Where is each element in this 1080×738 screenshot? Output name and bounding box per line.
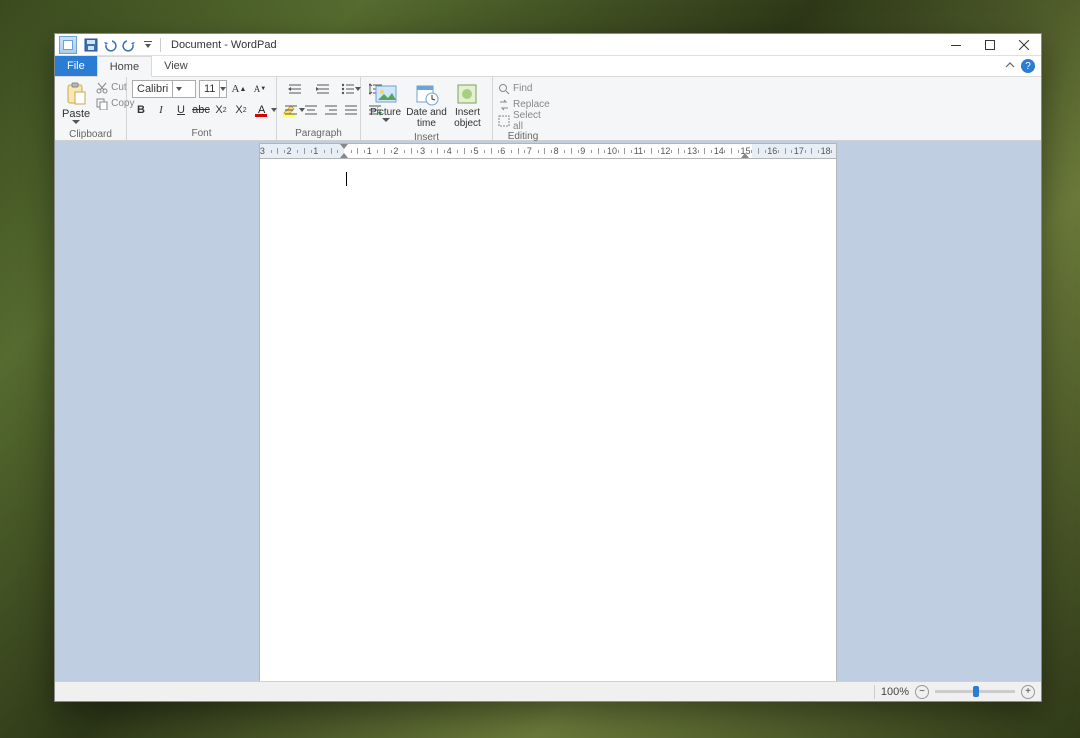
group-paragraph: Paragraph [277, 77, 361, 140]
help-icon[interactable]: ? [1021, 59, 1035, 73]
tab-file[interactable]: File [55, 56, 97, 76]
close-button[interactable] [1007, 34, 1041, 56]
chevron-down-icon [72, 120, 80, 124]
align-left-button[interactable] [282, 101, 300, 119]
text-cursor [346, 172, 347, 186]
decrease-indent-button[interactable] [282, 80, 308, 98]
group-clipboard: Paste Cut Copy Clipboard [55, 77, 127, 140]
chevron-down-icon [219, 81, 226, 97]
redo-icon[interactable] [121, 37, 137, 53]
minimize-button[interactable] [939, 34, 973, 56]
wordpad-window: Document - WordPad File Home View ? Past… [54, 33, 1042, 702]
group-insert: Picture Date and time Insert object Inse… [361, 77, 493, 140]
paste-icon [64, 82, 88, 106]
select-all-icon [498, 115, 510, 127]
window-title: Document - WordPad [171, 39, 277, 51]
picture-icon [374, 82, 398, 106]
strikethrough-button[interactable]: abc [192, 101, 210, 119]
justify-button[interactable] [342, 101, 360, 119]
ribbon-tabs: File Home View ? [55, 56, 1041, 77]
zoom-in-button[interactable]: + [1021, 685, 1035, 699]
document-area: 321123456789101112131415161718 [55, 141, 1041, 681]
align-right-button[interactable] [322, 101, 340, 119]
undo-icon[interactable] [102, 37, 118, 53]
chevron-down-icon [172, 81, 184, 97]
italic-button[interactable]: I [152, 101, 170, 119]
font-family-combo[interactable]: Calibri [132, 80, 196, 98]
object-icon [455, 82, 479, 106]
horizontal-ruler[interactable]: 321123456789101112131415161718 [259, 143, 837, 159]
group-font: Calibri 11 A▲ A▼ B I U abc X2 X [127, 77, 277, 140]
maximize-button[interactable] [973, 34, 1007, 56]
ribbon: Paste Cut Copy Clipboard [55, 77, 1041, 141]
bold-button[interactable]: B [132, 101, 150, 119]
title-bar: Document - WordPad [55, 34, 1041, 56]
document-page[interactable] [259, 159, 837, 681]
find-button[interactable]: Find [498, 81, 532, 96]
underline-button[interactable]: U [172, 101, 190, 119]
shrink-font-button[interactable]: A▼ [251, 80, 269, 98]
group-label-paragraph: Paragraph [277, 128, 360, 140]
group-editing: Find Replace Select all Editing [493, 77, 553, 140]
select-all-button[interactable]: Select all [498, 113, 548, 128]
insert-object-button[interactable]: Insert object [448, 80, 487, 129]
font-size-combo[interactable]: 11 [199, 80, 227, 98]
zoom-value: 100% [881, 686, 909, 698]
zoom-slider-thumb[interactable] [973, 686, 979, 697]
status-bar: 100% − + [55, 681, 1041, 701]
separator [160, 38, 161, 52]
zoom-slider[interactable] [935, 690, 1015, 693]
paste-button[interactable]: Paste [60, 80, 92, 126]
grow-font-button[interactable]: A▲ [230, 80, 248, 98]
subscript-button[interactable]: X2 [212, 101, 230, 119]
collapse-ribbon-icon[interactable] [1005, 60, 1015, 73]
tab-home[interactable]: Home [97, 56, 152, 77]
replace-icon [498, 99, 510, 111]
window-controls [939, 34, 1041, 56]
scissors-icon [96, 82, 108, 94]
insert-datetime-button[interactable]: Date and time [405, 80, 448, 129]
align-center-button[interactable] [302, 101, 320, 119]
qat-customize-dropdown[interactable] [140, 37, 156, 53]
insert-picture-button[interactable]: Picture [366, 80, 405, 122]
save-icon[interactable] [83, 37, 99, 53]
chevron-down-icon [382, 118, 390, 122]
increase-indent-button[interactable] [310, 80, 336, 98]
search-icon [498, 83, 510, 95]
font-size-value: 11 [200, 83, 219, 95]
group-label-font: Font [127, 128, 276, 140]
superscript-button[interactable]: X2 [232, 101, 250, 119]
group-label-clipboard: Clipboard [55, 129, 126, 141]
font-family-value: Calibri [133, 83, 172, 95]
app-icon [59, 36, 77, 54]
tab-view[interactable]: View [152, 56, 200, 76]
quick-access-toolbar [83, 37, 156, 53]
copy-icon [96, 98, 108, 110]
zoom-out-button[interactable]: − [915, 685, 929, 699]
font-color-button[interactable]: A [252, 101, 278, 119]
paste-label: Paste [62, 108, 90, 120]
calendar-clock-icon [415, 82, 439, 106]
